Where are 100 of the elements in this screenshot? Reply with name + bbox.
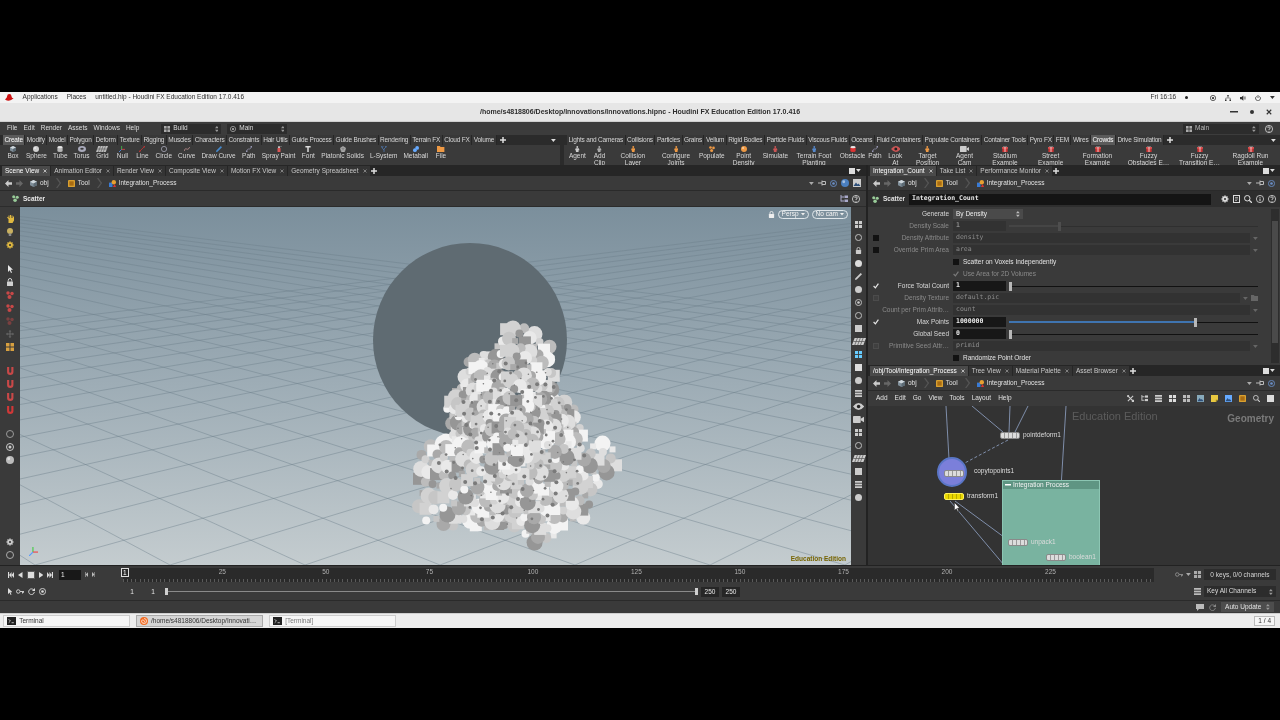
bulb-icon[interactable] — [7, 228, 13, 236]
node[interactable] — [1046, 554, 1066, 561]
circle-icon[interactable] — [6, 551, 14, 559]
tree-icon[interactable] — [840, 194, 848, 203]
minimize-icon[interactable] — [1230, 111, 1238, 113]
caret-icon[interactable] — [551, 138, 556, 142]
skip-to-start-icon[interactable] — [8, 571, 14, 578]
tiles-icon[interactable] — [855, 221, 862, 228]
scroll-thumb[interactable] — [1272, 221, 1278, 343]
grid-icon[interactable] — [851, 338, 866, 345]
network-icon[interactable] — [1225, 94, 1232, 101]
pin-icon[interactable] — [1256, 380, 1264, 386]
tree-icon[interactable] — [1141, 395, 1148, 402]
lock-icon[interactable] — [855, 247, 862, 254]
plus-icon[interactable] — [499, 137, 506, 143]
dot-icon[interactable] — [855, 494, 862, 501]
image-icon[interactable] — [853, 179, 861, 187]
circle-icon[interactable] — [6, 430, 14, 438]
key-icon[interactable] — [16, 589, 25, 594]
back-arrow-icon[interactable] — [5, 179, 12, 187]
square-icon[interactable] — [1263, 167, 1270, 174]
sphere-icon[interactable] — [841, 179, 849, 187]
search-icon[interactable] — [1253, 395, 1260, 402]
reverse-play-icon[interactable] — [18, 571, 23, 578]
hand-icon[interactable] — [6, 215, 14, 223]
pin-icon[interactable] — [1256, 180, 1264, 186]
lock-icon[interactable] — [6, 278, 14, 286]
gear-icon[interactable] — [1221, 195, 1229, 203]
node[interactable] — [1000, 432, 1020, 439]
range-end-handle[interactable] — [695, 588, 698, 595]
plus-icon[interactable] — [1053, 167, 1060, 174]
grid-icon[interactable] — [851, 455, 866, 462]
search-icon[interactable] — [1244, 195, 1252, 203]
stop-icon[interactable] — [27, 571, 34, 578]
tiles-icon[interactable] — [855, 429, 862, 436]
plus-icon[interactable] — [1129, 367, 1136, 374]
circle-icon[interactable] — [855, 234, 862, 241]
pen-icon[interactable] — [855, 273, 862, 280]
checkbox[interactable] — [953, 355, 959, 361]
tiles-icon[interactable] — [1169, 395, 1176, 402]
back-arrow-icon[interactable] — [873, 179, 880, 187]
power-icon[interactable] — [1255, 94, 1262, 101]
slider-handle[interactable] — [1009, 281, 1012, 291]
speaker-icon[interactable] — [1240, 94, 1247, 101]
slider-handle[interactable] — [1193, 317, 1197, 327]
dot-icon[interactable] — [855, 260, 862, 267]
hat-icon[interactable] — [5, 94, 14, 101]
tiles-icon[interactable] — [1194, 571, 1201, 578]
gear-icon[interactable] — [6, 538, 14, 546]
range-start-handle[interactable] — [165, 588, 168, 595]
step-forward-icon[interactable] — [92, 572, 96, 577]
plus-icon[interactable] — [370, 167, 377, 174]
lines-icon[interactable] — [855, 481, 862, 488]
page-icon[interactable] — [1233, 195, 1240, 203]
image-icon[interactable] — [1225, 395, 1232, 402]
lines-icon[interactable] — [1194, 588, 1201, 595]
eye-icon[interactable] — [852, 403, 865, 410]
slider-handle[interactable] — [1009, 329, 1012, 339]
close-icon[interactable] — [1266, 109, 1272, 115]
dots-icon[interactable] — [6, 291, 14, 299]
node[interactable] — [1008, 539, 1028, 546]
frame-range-bar[interactable] — [165, 588, 698, 595]
checkbox[interactable] — [953, 259, 959, 265]
tiles-icon[interactable] — [1183, 395, 1190, 402]
dot-icon[interactable] — [1250, 110, 1254, 114]
caret-icon[interactable] — [1270, 169, 1275, 172]
target-icon[interactable] — [1210, 94, 1217, 101]
caret-icon[interactable] — [1247, 381, 1252, 385]
dot-icon[interactable] — [855, 286, 862, 293]
pointer-icon[interactable] — [7, 265, 13, 273]
caret-icon[interactable] — [1271, 138, 1276, 142]
circle-icon[interactable] — [855, 312, 862, 319]
tiles-icon[interactable] — [6, 343, 14, 351]
image-icon[interactable] — [1197, 395, 1204, 402]
dots-icon[interactable] — [6, 304, 14, 312]
speech-bubble-icon[interactable] — [1196, 603, 1205, 611]
tiles-icon[interactable] — [855, 351, 862, 358]
tools-icon[interactable] — [1127, 395, 1134, 402]
dots-icon[interactable] — [6, 317, 14, 325]
back-arrow-icon[interactable] — [873, 379, 880, 387]
square-icon[interactable] — [849, 167, 856, 174]
caret-icon[interactable] — [1270, 96, 1275, 99]
node[interactable] — [944, 470, 964, 477]
note-icon[interactable] — [1211, 395, 1218, 402]
gear-icon[interactable] — [6, 241, 14, 249]
caret-icon[interactable] — [1270, 369, 1275, 372]
pointer-icon[interactable] — [8, 588, 13, 595]
help-icon[interactable] — [1268, 195, 1276, 203]
circle-icon[interactable] — [855, 442, 862, 449]
step-back-icon[interactable] — [85, 572, 89, 577]
key-icon[interactable] — [1175, 572, 1184, 577]
lines-icon[interactable] — [855, 390, 862, 397]
play-icon[interactable] — [38, 571, 43, 578]
square-icon[interactable] — [1263, 367, 1270, 374]
caret-icon[interactable] — [1247, 181, 1252, 185]
scrollbar[interactable] — [1271, 209, 1279, 363]
pin-icon[interactable] — [818, 180, 826, 186]
camera-icon[interactable] — [852, 416, 865, 423]
plus-icon[interactable] — [1167, 137, 1173, 143]
help-icon[interactable] — [852, 194, 860, 203]
